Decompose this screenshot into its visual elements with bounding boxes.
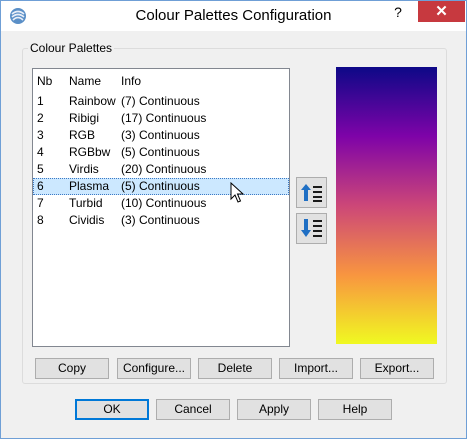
column-header-info[interactable]: Info: [121, 74, 141, 88]
palette-preview-gradient: [336, 67, 437, 344]
title-bar[interactable]: Colour Palettes Configuration ? ✕: [1, 1, 466, 31]
row-name: Cividis: [69, 213, 105, 227]
move-down-button[interactable]: [296, 213, 327, 244]
row-name: Plasma: [69, 179, 110, 193]
palette-list[interactable]: Nb Name Info 1 Rainbow (7) Continuous 2 …: [32, 68, 290, 347]
cancel-button[interactable]: Cancel: [156, 399, 230, 420]
help-button[interactable]: Help: [318, 399, 392, 420]
list-item[interactable]: 8 Cividis (3) Continuous: [33, 212, 289, 229]
dialog-window: Colour Palettes Configuration ? ✕ Colour…: [0, 0, 467, 439]
list-item[interactable]: 5 Virdis (20) Continuous: [33, 161, 289, 178]
move-up-button[interactable]: [296, 177, 327, 208]
row-nb: 7: [37, 196, 44, 210]
list-item[interactable]: 7 Turbid (10) Continuous: [33, 195, 289, 212]
list-item[interactable]: 3 RGB (3) Continuous: [33, 127, 289, 144]
list-header: Nb Name Info: [33, 69, 289, 91]
import-button[interactable]: Import...: [279, 358, 353, 379]
row-nb: 6: [37, 179, 44, 193]
row-nb: 1: [37, 94, 44, 108]
move-down-icon: [301, 219, 322, 237]
row-info: (5) Continuous: [121, 145, 200, 159]
group-label: Colour Palettes: [28, 41, 115, 55]
ok-button[interactable]: OK: [75, 399, 149, 420]
export-button[interactable]: Export...: [360, 358, 434, 379]
mouse-cursor-icon: [230, 182, 245, 203]
row-name: Rainbow: [69, 94, 116, 108]
configure-button[interactable]: Configure...: [117, 358, 191, 379]
row-info: (5) Continuous: [121, 179, 200, 193]
help-title-button[interactable]: ?: [384, 1, 412, 23]
list-item-selected[interactable]: 6 Plasma (5) Continuous: [33, 178, 289, 195]
row-name: Turbid: [69, 196, 103, 210]
list-item[interactable]: 1 Rainbow (7) Continuous: [33, 93, 289, 110]
copy-button[interactable]: Copy: [35, 358, 109, 379]
row-nb: 2: [37, 111, 44, 125]
row-info: (3) Continuous: [121, 213, 200, 227]
row-nb: 5: [37, 162, 44, 176]
row-name: Ribigi: [69, 111, 100, 125]
row-info: (17) Continuous: [121, 111, 207, 125]
row-nb: 8: [37, 213, 44, 227]
list-item[interactable]: 2 Ribigi (17) Continuous: [33, 110, 289, 127]
close-button[interactable]: ✕: [418, 1, 465, 22]
apply-button[interactable]: Apply: [237, 399, 311, 420]
row-nb: 4: [37, 145, 44, 159]
column-header-nb[interactable]: Nb: [37, 74, 52, 88]
list-item[interactable]: 4 RGBbw (5) Continuous: [33, 144, 289, 161]
row-info: (3) Continuous: [121, 128, 200, 142]
row-info: (20) Continuous: [121, 162, 207, 176]
delete-button[interactable]: Delete: [198, 358, 272, 379]
row-name: RGBbw: [69, 145, 111, 159]
row-name: RGB: [69, 128, 96, 142]
row-name: Virdis: [69, 162, 99, 176]
column-header-name[interactable]: Name: [69, 74, 101, 88]
row-nb: 3: [37, 128, 44, 142]
move-up-icon: [301, 184, 322, 202]
row-info: (10) Continuous: [121, 196, 207, 210]
row-info: (7) Continuous: [121, 94, 200, 108]
